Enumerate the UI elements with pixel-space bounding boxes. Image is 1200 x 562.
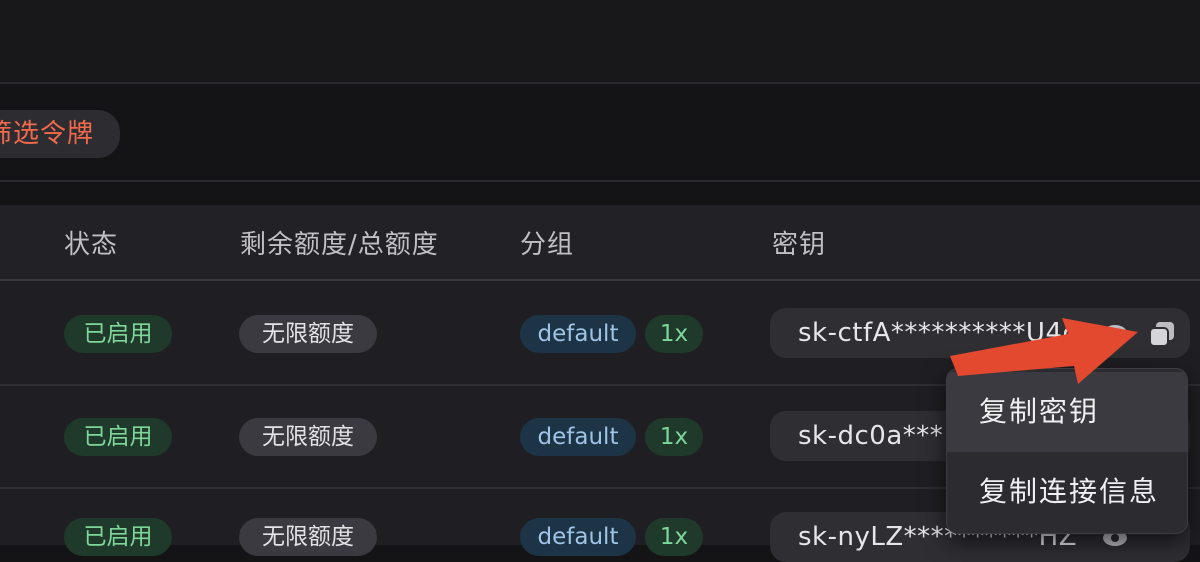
header-quota: 剩余额度/总额度: [240, 230, 439, 260]
divider: [0, 279, 1200, 281]
ratio-badge: 1x: [645, 518, 703, 556]
header-group: 分组: [520, 230, 575, 260]
table-header: [0, 205, 1200, 279]
ratio-badge: 1x: [645, 315, 703, 353]
copy-connection-info-menu-item[interactable]: 复制连接信息: [947, 452, 1187, 532]
api-key-text: sk-dc0a***: [798, 421, 944, 451]
annotation-arrow-icon: [950, 318, 1138, 384]
quota-badge: 无限额度: [239, 418, 377, 456]
status-badge: 已启用: [64, 315, 172, 353]
group-badge: default: [520, 315, 636, 353]
top-bar: [0, 0, 1200, 82]
filter-bar: [0, 84, 1200, 180]
ratio-badge: 1x: [645, 418, 703, 456]
divider: [0, 180, 1200, 182]
header-key: 密钥: [772, 230, 827, 260]
quota-badge: 无限额度: [239, 315, 377, 353]
filter-tokens-button[interactable]: 筛选令牌: [0, 110, 120, 158]
header-status: 状态: [64, 230, 119, 260]
group-badge: default: [520, 518, 636, 556]
status-badge: 已启用: [64, 518, 172, 556]
group-badge: default: [520, 418, 636, 456]
quota-badge: 无限额度: [239, 518, 377, 556]
status-badge: 已启用: [64, 418, 172, 456]
